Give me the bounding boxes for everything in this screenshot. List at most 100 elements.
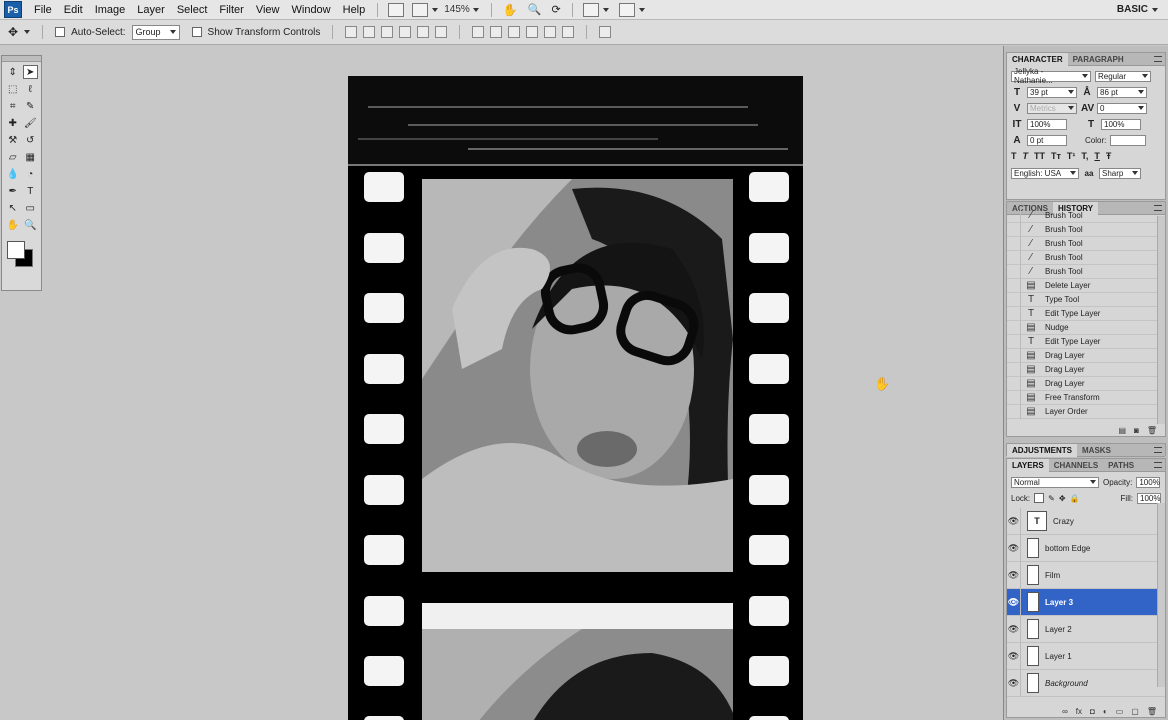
- layer-name[interactable]: Layer 3: [1045, 598, 1073, 607]
- history-snapshot-toggle[interactable]: [1007, 390, 1021, 405]
- layer-row[interactable]: 👁 Layer 2: [1007, 615, 1165, 643]
- distribute-left-icon[interactable]: [526, 26, 539, 38]
- baseline-shift-field[interactable]: 0 pt: [1027, 134, 1067, 146]
- layer-name[interactable]: Crazy: [1053, 517, 1074, 526]
- tab-character[interactable]: CHARACTER: [1007, 52, 1068, 66]
- layer-name[interactable]: Background: [1045, 679, 1088, 688]
- eraser-tool-icon[interactable]: ▱: [5, 150, 20, 164]
- foreground-color-swatch[interactable]: [7, 241, 25, 259]
- layer-row[interactable]: 👁 Layer 3: [1007, 588, 1165, 616]
- history-brush-tool-icon[interactable]: ↺: [23, 133, 38, 147]
- distribute-hcenter-icon[interactable]: [544, 26, 557, 38]
- lock-position-icon[interactable]: ✥: [1059, 494, 1066, 503]
- history-scrollbar[interactable]: [1157, 216, 1165, 424]
- add-mask-icon[interactable]: ◘: [1090, 707, 1095, 716]
- distribute-bottom-icon[interactable]: [508, 26, 521, 38]
- tracking-field[interactable]: 0: [1097, 102, 1147, 114]
- tab-paths[interactable]: PATHS: [1103, 459, 1139, 472]
- tab-masks[interactable]: MASKS: [1077, 444, 1116, 457]
- vertical-scale-field[interactable]: 100%: [1027, 118, 1067, 130]
- history-snapshot-toggle[interactable]: [1007, 236, 1021, 251]
- auto-select-checkbox[interactable]: [55, 27, 66, 37]
- zoom-tool-icon[interactable]: 🔍: [23, 218, 38, 232]
- path-selection-tool-icon[interactable]: ↖: [5, 201, 20, 215]
- arrange-documents-icon[interactable]: [582, 2, 599, 17]
- layers-scrollbar[interactable]: [1157, 503, 1165, 687]
- layer-row[interactable]: 👁 Film: [1007, 561, 1165, 589]
- shape-tool-icon[interactable]: ▭: [23, 201, 38, 215]
- layer-name[interactable]: Layer 2: [1045, 625, 1072, 634]
- new-group-icon[interactable]: ▭: [1116, 707, 1124, 716]
- distribute-vcenter-icon[interactable]: [490, 26, 503, 38]
- distribute-top-icon[interactable]: [472, 26, 485, 38]
- history-snapshot-toggle[interactable]: [1007, 306, 1021, 321]
- history-item[interactable]: ▤ Delete Layer: [1007, 278, 1165, 293]
- menu-layer[interactable]: Layer: [131, 0, 171, 20]
- superscript-button[interactable]: T¹: [1067, 151, 1076, 161]
- view-extras-icon[interactable]: [412, 2, 429, 17]
- document-canvas-area[interactable]: ✋: [43, 46, 1003, 720]
- panel-menu-icon[interactable]: [1154, 462, 1162, 468]
- history-snapshot-toggle[interactable]: [1007, 278, 1021, 293]
- chevron-down-icon[interactable]: [432, 7, 439, 12]
- layers-list[interactable]: 👁 T Crazy 👁 bottom Edge 👁 Film 👁 Layer 3 👁 Layer 2…: [1007, 508, 1165, 698]
- history-snapshot-toggle[interactable]: [1007, 250, 1021, 265]
- link-layers-icon[interactable]: ∞: [1062, 707, 1068, 716]
- trash-icon[interactable]: 🗑: [1147, 426, 1157, 435]
- layer-name[interactable]: Layer 1: [1045, 652, 1072, 661]
- crop-tool-icon[interactable]: ⌗: [5, 99, 20, 113]
- menu-file[interactable]: File: [28, 0, 58, 20]
- brush-tool-icon[interactable]: 🖌: [23, 116, 38, 130]
- history-item[interactable]: ▤ Nudge: [1007, 320, 1165, 335]
- new-layer-icon[interactable]: ▢: [1131, 707, 1139, 716]
- eye-icon[interactable]: 👁: [1007, 642, 1021, 670]
- lock-image-pixels-icon[interactable]: ✎: [1048, 494, 1055, 503]
- tab-adjustments[interactable]: ADJUSTMENTS: [1007, 443, 1078, 457]
- align-left-icon[interactable]: [399, 26, 412, 38]
- eye-icon[interactable]: 👁: [1007, 588, 1021, 616]
- zoom-level-dropdown[interactable]: 145%: [444, 4, 479, 15]
- history-snapshot-toggle[interactable]: [1007, 222, 1021, 237]
- history-snapshot-toggle[interactable]: [1007, 376, 1021, 391]
- tab-paragraph[interactable]: PARAGRAPH: [1068, 53, 1129, 66]
- small-caps-button[interactable]: Tт: [1051, 151, 1061, 161]
- gradient-tool-icon[interactable]: ▦: [23, 150, 38, 164]
- layer-row[interactable]: 👁 bottom Edge: [1007, 534, 1165, 562]
- menu-filter[interactable]: Filter: [213, 0, 249, 20]
- language-select[interactable]: English: USA: [1011, 167, 1079, 179]
- strikethrough-button[interactable]: Ŧ: [1106, 151, 1112, 161]
- subscript-button[interactable]: T,: [1081, 151, 1088, 161]
- history-list[interactable]: ⁄ Brush Tool ⁄ Brush Tool ⁄ Brush Tool ⁄ Brush …: [1007, 209, 1165, 419]
- history-item[interactable]: ▤ Layer Order: [1007, 404, 1165, 419]
- history-snapshot-toggle[interactable]: [1007, 348, 1021, 363]
- history-item[interactable]: T Edit Type Layer: [1007, 306, 1165, 321]
- move-tool-icon[interactable]: ✥: [8, 25, 18, 39]
- rotate-view-icon[interactable]: ⟳: [551, 3, 560, 16]
- clone-stamp-tool-icon[interactable]: ⚒: [5, 133, 20, 147]
- history-item[interactable]: ⁄ Brush Tool: [1007, 236, 1165, 251]
- history-snapshot-toggle[interactable]: [1007, 320, 1021, 335]
- bridge-icon[interactable]: [388, 2, 405, 17]
- eye-icon[interactable]: 👁: [1007, 669, 1021, 697]
- history-snapshot-toggle[interactable]: [1007, 418, 1021, 419]
- layer-name[interactable]: Film: [1045, 571, 1060, 580]
- layer-row[interactable]: 👁 Background: [1007, 669, 1165, 697]
- align-hcenter-icon[interactable]: [417, 26, 430, 38]
- horizontal-scale-field[interactable]: 100%: [1101, 118, 1141, 130]
- hand-tool-icon[interactable]: ✋: [503, 3, 518, 17]
- history-item[interactable]: ▤ Drag Layer: [1007, 348, 1165, 363]
- history-snapshot-toggle[interactable]: [1007, 264, 1021, 279]
- panel-menu-icon[interactable]: [1154, 56, 1162, 62]
- history-snapshot-toggle[interactable]: [1007, 334, 1021, 349]
- menu-window[interactable]: Window: [286, 0, 337, 20]
- antialias-select[interactable]: Sharp: [1099, 167, 1141, 179]
- hand-tool-icon[interactable]: ✋: [5, 218, 20, 232]
- panel-menu-icon[interactable]: [1154, 447, 1162, 453]
- history-snapshot-toggle[interactable]: [1007, 362, 1021, 377]
- screen-mode-icon[interactable]: [618, 2, 635, 17]
- history-item[interactable]: T Type Tool: [1007, 292, 1165, 307]
- leading-field[interactable]: 86 pt: [1097, 86, 1147, 98]
- collapse-toolbar-icon[interactable]: ⇕: [5, 65, 20, 79]
- lock-all-icon[interactable]: 🔒: [1070, 494, 1080, 503]
- eye-icon[interactable]: 👁: [1007, 561, 1021, 589]
